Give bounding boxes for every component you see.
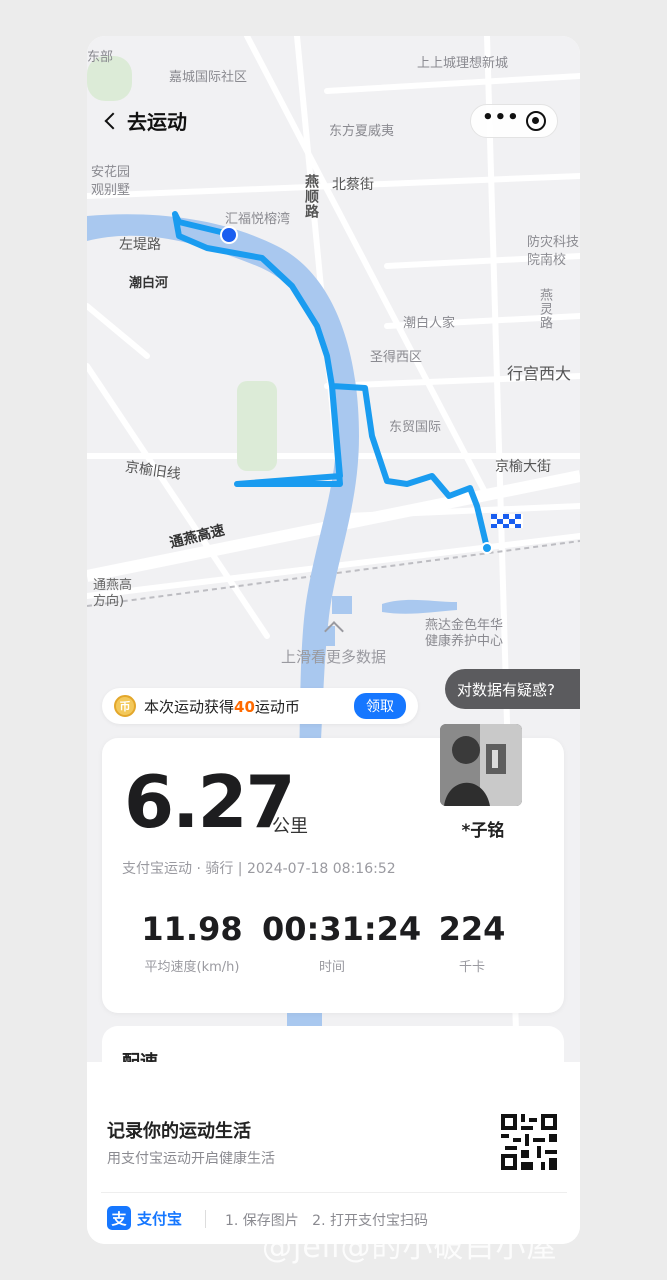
- share-card: 东部 嘉城国际社区 上上城理想新城 东方夏威夷 北蔡街 燕顺路 安花园 观别墅 …: [87, 36, 580, 1244]
- distance-unit: 公里: [272, 816, 308, 837]
- qr-code-icon: [501, 1114, 557, 1170]
- map-label-chaobai-people: 潮白人家: [403, 316, 456, 331]
- alipay-logo: 支 支付宝: [107, 1206, 182, 1230]
- mini-program-capsule: •••: [470, 104, 558, 138]
- claim-button[interactable]: 领取: [354, 693, 406, 719]
- watermark: @jell@的小破白小屋: [262, 1230, 558, 1265]
- map-label-chaobai-river: 潮白河: [129, 276, 169, 291]
- more-dots-icon[interactable]: •••: [482, 109, 520, 127]
- footer-separator: [205, 1210, 206, 1228]
- data-doubt-button[interactable]: 对数据有疑惑?: [445, 669, 580, 709]
- duration-value: 00:31:24: [262, 910, 422, 948]
- map-label-yanling: 燕灵路: [537, 288, 552, 330]
- map-label-anhua: 安花园 观别墅: [91, 165, 131, 198]
- activity-meta: 支付宝运动 · 骑行 | 2024-07-18 08:16:52: [122, 861, 396, 877]
- map-label-jingyu-ave: 京榆大街: [495, 459, 551, 475]
- share-footer: 记录你的运动生活 用支付宝运动开启健康生活 支 支付宝 1. 保存图片 2. 打…: [87, 1062, 580, 1244]
- map-label-huifu: 汇福悦榕湾: [225, 212, 291, 227]
- map-label-dongfang: 东方夏威夷: [329, 124, 395, 139]
- avg-speed-label: 平均速度(km/h): [144, 960, 240, 975]
- duration-label: 时间: [318, 960, 345, 975]
- map-label-shangshangcheng: 上上城理想新城: [417, 56, 509, 71]
- map-label-top-left: 东部: [87, 50, 114, 65]
- map-label-dongmao: 东贸国际: [389, 420, 442, 435]
- chevron-left-icon: [104, 112, 122, 130]
- avatar: [440, 724, 522, 806]
- chevron-up-icon: [323, 621, 344, 641]
- coin-suffix: 运动币: [254, 697, 300, 716]
- footer-subtitle: 用支付宝运动开启健康生活: [107, 1151, 275, 1167]
- distance-value: 6.27: [124, 760, 296, 844]
- metric-calories: 224 千卡: [422, 910, 522, 975]
- footer-divider: [101, 1192, 567, 1193]
- map-label-tongyan-dir: 通燕高 方向): [93, 578, 133, 609]
- metric-duration: 00:31:24 时间: [262, 910, 422, 975]
- coin-reward-bar: 币 本次运动获得40运动币 领取: [102, 688, 418, 724]
- qr-code: [501, 1114, 557, 1170]
- user-name: *子铭: [461, 821, 505, 841]
- avatar-image: [440, 724, 522, 806]
- footer-title: 记录你的运动生活: [107, 1121, 251, 1142]
- calories-value: 224: [438, 910, 506, 948]
- calories-label: 千卡: [458, 960, 485, 975]
- map-label-jiacheng: 嘉城国际社区: [169, 70, 248, 85]
- coin-prefix: 本次运动获得: [144, 697, 235, 716]
- metric-avg-speed: 11.98 平均速度(km/h): [132, 910, 252, 975]
- pace-card[interactable]: 配速: [102, 1026, 564, 1066]
- swipe-hint[interactable]: 上滑看更多数据: [87, 621, 580, 667]
- alipay-brand-text: 支付宝: [137, 1209, 183, 1228]
- coin-count: 40: [234, 697, 255, 716]
- close-target-icon[interactable]: [525, 111, 546, 131]
- map-label-zuodi: 左堤路: [119, 237, 161, 253]
- swipe-hint-text: 上滑看更多数据: [280, 648, 386, 666]
- coin-icon: 币: [114, 695, 136, 717]
- back-label: 去运动: [127, 110, 187, 134]
- back-button[interactable]: 去运动: [104, 106, 187, 135]
- map-label-fangzai: 防灾科技 院南校: [527, 235, 580, 268]
- map-label-shengde: 圣得西区: [370, 350, 423, 365]
- coin-text: 本次运动获得40运动币: [144, 696, 300, 717]
- map-label-yanshun: 燕顺路: [303, 174, 319, 219]
- pace-title: 配速: [122, 1048, 158, 1062]
- avg-speed-value: 11.98: [141, 910, 243, 948]
- map-label-beicai: 北蔡街: [332, 177, 374, 193]
- map-label-xinggong: 行宫西大: [507, 364, 572, 383]
- alipay-logo-icon: 支: [107, 1206, 131, 1230]
- stats-card: 6.27 公里 *子铭 支付宝运动 · 骑行 | 2024-07-18 08:1…: [102, 724, 564, 1013]
